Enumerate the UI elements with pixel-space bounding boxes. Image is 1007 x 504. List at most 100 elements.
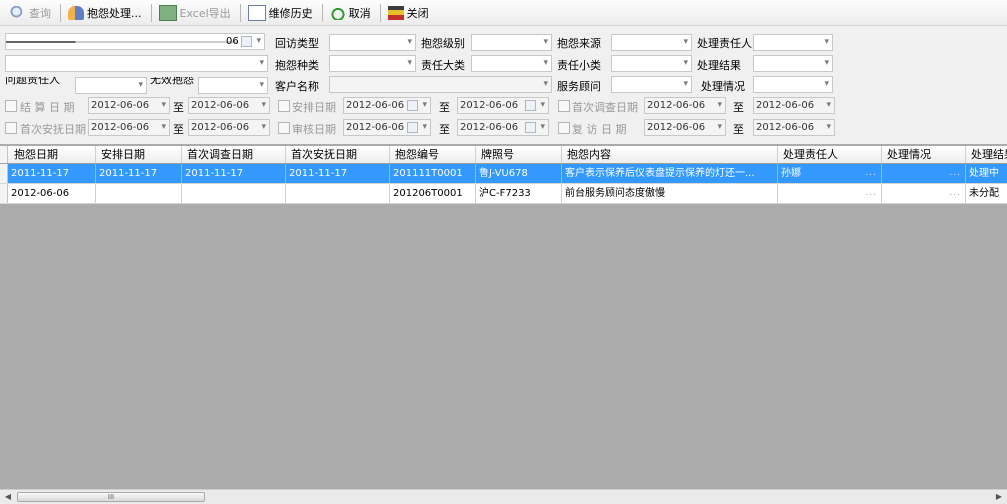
audit-date-from[interactable]: 2012-06-06 (343, 119, 431, 136)
column-header[interactable]: 处理情况 (882, 146, 966, 163)
complaint-kind-label: 抱怨种类 (275, 59, 319, 72)
scrollbar-thumb[interactable]: III (17, 492, 205, 502)
audit-date-label: 审核日期 (292, 123, 336, 136)
service-advisor-select[interactable] (611, 76, 692, 93)
revisit-date-to[interactable]: 2012-06-06 (753, 119, 835, 136)
column-header[interactable]: 处理责任人 (778, 146, 882, 163)
table-cell[interactable]: 未分配 (966, 184, 1007, 203)
settle-date-checkbox[interactable] (5, 100, 17, 112)
grid-header: 抱怨日期 安排日期 首次调查日期 首次安抚日期 抱怨编号 牌照号 抱怨内容 处理… (0, 146, 1007, 164)
scroll-left-arrow-icon[interactable]: ◀ (2, 491, 14, 503)
table-cell[interactable]: 鲁J-VU678 (476, 164, 562, 183)
column-header[interactable]: 抱怨编号 (390, 146, 476, 163)
table-cell[interactable] (286, 184, 390, 203)
repair-history-button[interactable]: 维修历史 (244, 2, 317, 24)
table-cell[interactable] (96, 184, 182, 203)
problem-owner-label: 问题责任人 (5, 77, 60, 86)
audit-date-checkbox[interactable] (278, 122, 290, 134)
resp-major-label: 责任大类 (421, 59, 465, 72)
settle-date-label: 结 算 日 期 (20, 101, 75, 114)
problem-owner-select[interactable] (75, 77, 147, 94)
complaint-level-label: 抱怨级别 (421, 37, 465, 50)
left-date-fragment: 06 (226, 36, 239, 47)
table-cell[interactable]: 2012-06-06 (8, 184, 96, 203)
arrange-date-label: 安排日期 (292, 101, 336, 114)
table-cell[interactable]: 处理中 (966, 164, 1007, 183)
complaint-source-select[interactable] (611, 34, 692, 51)
audit-date-to[interactable]: 2012-06-06 (457, 119, 549, 136)
ellipsis-icon[interactable]: ... (865, 184, 877, 203)
table-cell[interactable]: 前台服务顾问态度傲慢 (562, 184, 778, 203)
table-row[interactable]: 2011-11-17 2011-11-17 2011-11-17 2011-11… (0, 164, 1007, 184)
customer-name-input[interactable] (329, 76, 552, 93)
ellipsis-icon[interactable]: ... (949, 164, 961, 183)
row-header[interactable] (0, 164, 8, 183)
excel-icon (158, 4, 177, 21)
left-date-picker[interactable]: 06 (5, 33, 265, 50)
table-cell[interactable]: 2011-11-17 (8, 164, 96, 183)
table-cell[interactable] (182, 184, 286, 203)
first-arrange-date-to[interactable]: 2012-06-06 (188, 119, 270, 136)
arrange-date-from-value: 2012-06-06 (346, 100, 405, 111)
table-row[interactable]: 2012-06-06 201206T0001 沪C-F7233 前台服务顾问态度… (0, 184, 1007, 204)
complaint-process-label: 抱怨处理... (87, 6, 142, 20)
settle-date-to[interactable]: 2012-06-06 (188, 97, 270, 114)
resp-minor-select[interactable] (611, 55, 692, 72)
process-status-select[interactable] (753, 76, 833, 93)
cancel-button[interactable]: 取消 (326, 2, 375, 24)
revisit-date-label: 复 访 日 期 (572, 123, 627, 136)
arrange-date-from[interactable]: 2012-06-06 (343, 97, 431, 114)
row-header[interactable] (0, 184, 8, 203)
revisit-date-checkbox[interactable] (558, 122, 570, 134)
to-label: 至 (733, 101, 744, 114)
ellipsis-icon[interactable]: ... (949, 184, 961, 203)
complaint-kind-select[interactable] (329, 55, 416, 72)
first-survey-date-to[interactable]: 2012-06-06 (753, 97, 835, 114)
table-cell[interactable]: 客户表示保养后仪表盘提示保养的灯还一... (562, 164, 778, 183)
table-cell[interactable]: 孙娜... (778, 164, 882, 183)
table-cell[interactable]: 沪C-F7233 (476, 184, 562, 203)
table-cell[interactable]: 2011-11-17 (96, 164, 182, 183)
table-cell[interactable]: ... (882, 164, 966, 183)
column-header[interactable]: 首次安抚日期 (286, 146, 390, 163)
to-label: 至 (173, 123, 184, 136)
column-header[interactable]: 首次调查日期 (182, 146, 286, 163)
table-cell[interactable]: 2011-11-17 (286, 164, 390, 183)
excel-export-button[interactable]: Excel导出 (155, 2, 235, 24)
ellipsis-icon[interactable]: ... (865, 164, 877, 183)
arrange-date-to[interactable]: 2012-06-06 (457, 97, 549, 114)
column-header[interactable]: 牌照号 (476, 146, 562, 163)
handler-select[interactable] (753, 34, 833, 51)
horizontal-scrollbar[interactable]: ◀ III ▶ (0, 489, 1007, 504)
process-result-select[interactable] (753, 55, 833, 72)
invalid-complaint-select[interactable] (198, 77, 268, 94)
column-header[interactable]: 抱怨内容 (562, 146, 778, 163)
revisit-date-from[interactable]: 2012-06-06 (644, 119, 726, 136)
scroll-right-arrow-icon[interactable]: ▶ (993, 491, 1005, 503)
table-cell[interactable]: 201206T0001 (390, 184, 476, 203)
table-cell[interactable]: 2011-11-17 (182, 164, 286, 183)
arrange-date-checkbox[interactable] (278, 100, 290, 112)
column-header[interactable]: 处理结果 (966, 146, 1007, 163)
to-label: 至 (173, 101, 184, 114)
query-button[interactable]: 查询 (6, 2, 55, 24)
visit-type-select[interactable] (329, 34, 416, 51)
first-survey-date-from[interactable]: 2012-06-06 (644, 97, 726, 114)
close-button[interactable]: 关闭 (384, 2, 433, 24)
document-icon (247, 4, 266, 21)
first-arrange-date-from[interactable]: 2012-06-06 (88, 119, 170, 136)
settle-date-from[interactable]: 2012-06-06 (88, 97, 170, 114)
table-cell[interactable]: ... (778, 184, 882, 203)
first-arrange-date-checkbox[interactable] (5, 122, 17, 134)
first-survey-date-to-value: 2012-06-06 (756, 100, 815, 111)
column-header[interactable]: 抱怨日期 (8, 146, 96, 163)
first-arrange-date-label: 首次安抚日期 (20, 123, 86, 136)
table-cell[interactable]: ... (882, 184, 966, 203)
complaint-level-select[interactable] (471, 34, 552, 51)
first-survey-date-checkbox[interactable] (558, 100, 570, 112)
table-cell[interactable]: 201111T0001 (390, 164, 476, 183)
complaint-process-button[interactable]: 抱怨处理... (64, 2, 146, 24)
column-header[interactable]: 安排日期 (96, 146, 182, 163)
resp-major-select[interactable] (471, 55, 552, 72)
left-filter-select[interactable] (5, 55, 268, 72)
